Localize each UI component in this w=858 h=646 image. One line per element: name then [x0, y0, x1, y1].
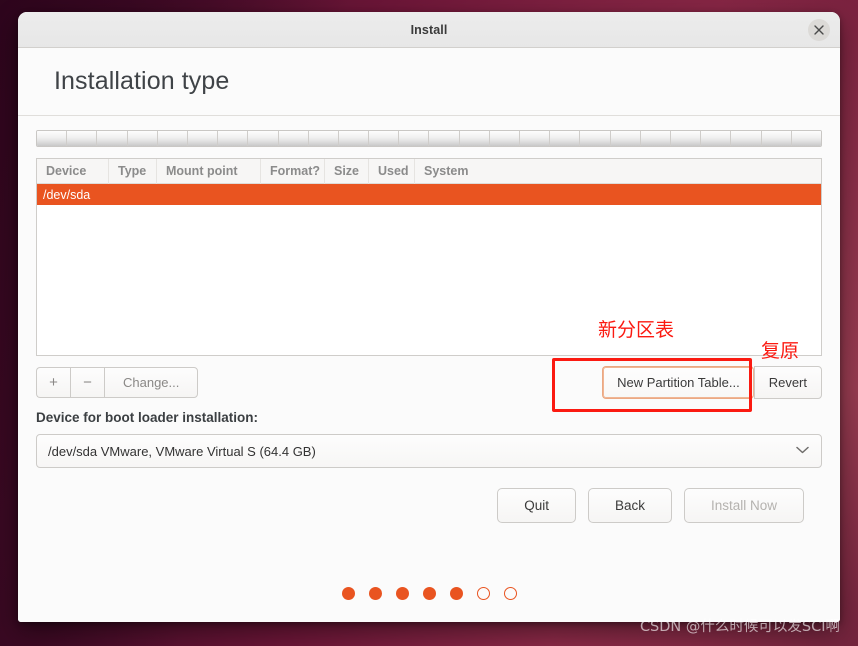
- close-icon[interactable]: [808, 18, 830, 41]
- partition-bar-segment: [640, 131, 671, 146]
- progress-dot: [368, 587, 382, 600]
- boot-loader-label: Device for boot loader installation:: [36, 410, 259, 425]
- progress-dot: [341, 587, 355, 600]
- device-table-header: Device Type Mount point Format? Size Used Syst…: [37, 159, 821, 184]
- partition-bar-segment: [701, 131, 732, 146]
- install-now-button[interactable]: Install Now: [683, 488, 804, 523]
- column-header-used[interactable]: Used: [369, 159, 415, 184]
- partition-bar-segment: [338, 131, 370, 146]
- column-header-size[interactable]: Size: [325, 159, 369, 184]
- partition-bar-segment: [308, 131, 339, 146]
- partition-bar-segment: [459, 131, 490, 146]
- boot-loader-select[interactable]: /dev/sda VMware, VMware Virtual S (64.4 …: [36, 434, 822, 468]
- partition-bar-segment: [187, 131, 219, 146]
- column-header-type[interactable]: Type: [109, 159, 157, 184]
- progress-dot: [449, 587, 463, 600]
- partition-bar-segment: [127, 131, 158, 146]
- partition-bar-segment: [761, 131, 792, 146]
- partition-bar-segment: [670, 131, 702, 146]
- partition-bar-segment: [37, 131, 68, 146]
- add-partition-button[interactable]: +: [36, 367, 70, 398]
- change-partition-button[interactable]: Change...: [104, 367, 199, 398]
- column-header-device[interactable]: Device: [37, 159, 109, 184]
- progress-dot: [503, 587, 517, 600]
- window-titlebar: Install: [18, 12, 840, 48]
- remove-partition-button[interactable]: −: [70, 367, 104, 398]
- partition-bar-segment: [67, 131, 98, 146]
- partition-bar-segment: [369, 131, 400, 146]
- partition-bar-segment: [399, 131, 430, 146]
- window-title: Install: [410, 22, 448, 37]
- table-row[interactable]: /dev/sda: [37, 184, 821, 205]
- back-button[interactable]: Back: [587, 488, 672, 523]
- progress-dots: [18, 587, 840, 600]
- progress-dot: [395, 587, 409, 600]
- install-window: Install Installation type Device Type Moun…: [18, 12, 840, 622]
- partition-bar-segment: [520, 131, 551, 146]
- partition-bar-segment: [489, 131, 520, 146]
- partition-bar-segment: [157, 131, 188, 146]
- page-header: Installation type: [18, 48, 840, 116]
- partition-usage-bar: [36, 130, 822, 147]
- footer-actions: Quit Back Install Now: [36, 488, 822, 523]
- column-header-mount-point[interactable]: Mount point: [157, 159, 261, 184]
- chevron-down-icon: [796, 445, 809, 457]
- partition-bar-segment: [791, 131, 821, 146]
- partition-bar-segment: [731, 131, 762, 146]
- partition-bar-segment: [218, 131, 249, 146]
- partition-bar-segment: [278, 131, 309, 146]
- boot-loader-value: /dev/sda VMware, VMware Virtual S (64.4 …: [48, 443, 316, 459]
- partition-bar-segment: [580, 131, 611, 146]
- progress-dot: [476, 587, 490, 600]
- column-header-system[interactable]: System: [415, 159, 821, 184]
- partition-button-strip: + − Change... New Partition Table... Rev…: [36, 366, 822, 399]
- partition-edit-group: + − Change...: [36, 367, 199, 398]
- partition-bar-segment: [550, 131, 581, 146]
- column-header-format[interactable]: Format?: [261, 159, 325, 184]
- device-table[interactable]: Device Type Mount point Format? Size Used Syst…: [36, 158, 822, 356]
- new-partition-table-button[interactable]: New Partition Table...: [602, 366, 754, 399]
- device-cell: /dev/sda: [43, 187, 91, 202]
- partition-bar-segment: [429, 131, 460, 146]
- page-title: Installation type: [54, 67, 230, 95]
- partition-bar-segment: [610, 131, 641, 146]
- quit-button[interactable]: Quit: [497, 488, 576, 523]
- revert-button[interactable]: Revert: [753, 366, 822, 399]
- progress-dot: [422, 587, 436, 600]
- partition-bar-segment: [248, 131, 279, 146]
- partition-bar-segment: [97, 131, 128, 146]
- installation-type-content: Device Type Mount point Format? Size Used Syst…: [18, 116, 840, 622]
- partition-table-group: New Partition Table... Revert: [602, 366, 822, 399]
